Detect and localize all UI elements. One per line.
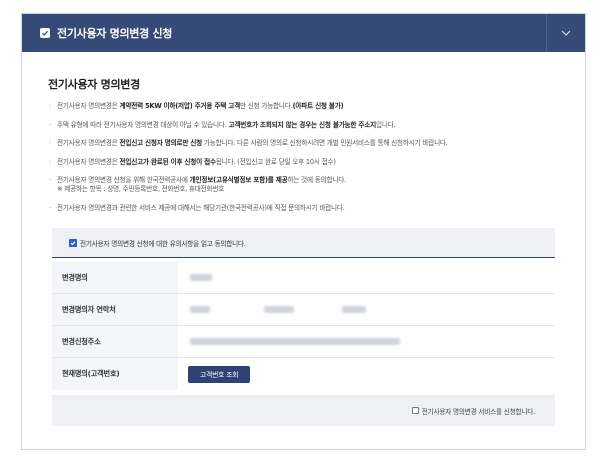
form-row-contact: 변경명의자 연락처 (52, 294, 555, 326)
agreement-box: 전기사용자 명의변경 신청에 대한 유의사항을 읽고 동의합니다. (52, 228, 555, 258)
check-icon (42, 30, 49, 36)
collapse-toggle-button[interactable] (547, 14, 585, 52)
agreement-label[interactable]: 전기사용자 명의변경 신청에 대한 유의사항을 읽고 동의합니다. (80, 238, 246, 248)
check-icon (70, 240, 76, 245)
notice-sub-item: ※ 제공하는 항목 : 성명, 주민등록번호, 전화번호, 휴대전화번호 (57, 185, 225, 193)
form-label: 변경명의 (52, 262, 178, 293)
redacted-value (264, 306, 294, 313)
form-label: 변경명의자 연락처 (52, 294, 178, 325)
redacted-value (190, 306, 210, 313)
chevron-down-icon (561, 30, 571, 36)
notice-item: 전기사용자 명의변경은 전입신고 신청자 명의로만 신청 가능합니다. 다른 사… (48, 139, 559, 148)
notice-item: 전기사용자 명의변경 신청을 위해 한국전력공사에 개인정보(고유식별정보 포함… (48, 176, 559, 194)
apply-label[interactable]: 전기사용자 명의변경 서비스를 신청합니다. (422, 406, 535, 416)
form-row-new-name: 변경명의 (52, 262, 555, 294)
agreement-checkbox[interactable] (69, 238, 77, 247)
address-value (178, 326, 400, 357)
notice-item: 전기사용자 명의변경과 관련한 서비스 제공에 대해서는 해당기관(한국전력공사… (48, 204, 559, 213)
notice-section: 전기사용자 명의변경 전기사용자 명의변경은 계약전력 5KW 이하(저압) 주… (48, 76, 559, 222)
redacted-value (342, 306, 366, 313)
contact-value (178, 294, 366, 325)
redacted-value (190, 338, 400, 345)
notice-list: 전기사용자 명의변경은 계약전력 5KW 이하(저압) 주거용 주택 고객만 신… (48, 102, 559, 213)
notice-item: 전기사용자 명의변경은 계약전력 5KW 이하(저압) 주거용 주택 고객만 신… (48, 102, 559, 111)
form-label: 변경신청주소 (52, 326, 178, 357)
header-checkbox[interactable] (40, 28, 50, 38)
form-row-address: 변경신청주소 (52, 326, 555, 358)
customer-number-lookup-button[interactable]: 고객번호 조회 (188, 365, 251, 383)
notice-item: 주택 유형에 따라 전기사용자 명의변경 대상이 아닐 수 있습니다. 고객번호… (48, 121, 559, 130)
form-label: 현재명의(고객번호) (52, 358, 178, 390)
redacted-value (190, 274, 212, 281)
apply-checkbox[interactable] (411, 407, 419, 414)
apply-box: 전기사용자 명의변경 서비스를 신청합니다. (52, 395, 555, 426)
application-form: 변경명의 변경명의자 연락처 변경신청주소 현재명의(고객번호) 고객번호 조회 (52, 262, 555, 390)
notice-item: 전기사용자 명의변경은 전입신고가 완료된 이후 신청이 접수됩니다. (전입신… (48, 158, 559, 167)
current-name-value: 고객번호 조회 (178, 358, 251, 390)
new-name-value (178, 262, 212, 293)
panel-title: 전기사용자 명의변경 신청 (57, 27, 173, 40)
section-title: 전기사용자 명의변경 (48, 78, 140, 91)
form-row-current-name: 현재명의(고객번호) 고객번호 조회 (52, 358, 555, 390)
panel-header[interactable]: 전기사용자 명의변경 신청 (22, 14, 585, 52)
